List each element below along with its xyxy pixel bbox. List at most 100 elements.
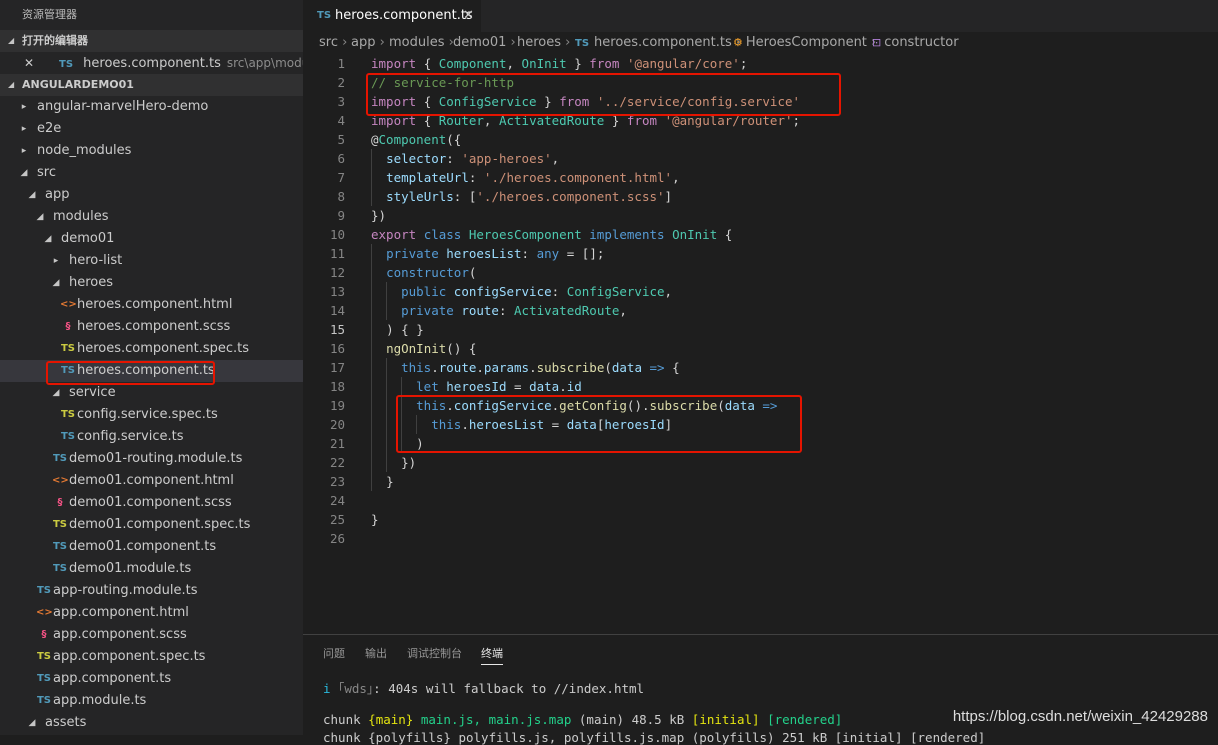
tree-file[interactable]: TS app.component.ts [0, 668, 303, 690]
tree-item-label: demo01.component.ts [69, 539, 217, 554]
tree-folder[interactable]: ◢ demo01 [0, 228, 303, 250]
code-line[interactable]: 10 export class HeroesComponent implement… [303, 225, 1218, 244]
code-line[interactable]: 9}) [303, 206, 1218, 225]
tree-file[interactable]: TS heroes.component.spec.ts [0, 338, 303, 360]
tree-folder[interactable]: ◢ src [0, 162, 303, 184]
panel-tab-terminal[interactable]: 终端 [481, 645, 503, 665]
scss-file-icon: § [57, 497, 63, 508]
tree-file[interactable]: § app.component.scss [0, 624, 303, 646]
chevron-down-icon: ◢ [8, 36, 15, 45]
tree-file[interactable]: <> heroes.component.html [0, 294, 303, 316]
code-line[interactable]: 12 constructor( [303, 263, 1218, 282]
breadcrumb-item[interactable]: src › [319, 32, 347, 54]
tree-folder[interactable]: ◢ heroes [0, 272, 303, 294]
spec-file-icon: TS [52, 519, 68, 530]
panel-tab-debug-console[interactable]: 调试控制台 [407, 645, 462, 661]
code-line[interactable]: 1 import { Component, OnInit } from '@ang… [303, 54, 1218, 73]
code-line[interactable]: 15 ) { } [303, 320, 1218, 339]
chevron-down-icon: ◢ [28, 718, 36, 728]
code-line[interactable]: 13 public configService: ConfigService, [303, 282, 1218, 301]
ts-file-icon: TS [36, 673, 52, 684]
code-line[interactable]: 24 [303, 491, 1218, 510]
tree-file[interactable]: TS demo01.module.ts [0, 558, 303, 580]
tree-file[interactable]: TS demo01.component.ts [0, 536, 303, 558]
tree-item-label: demo01.component.html [69, 473, 234, 488]
tree-file[interactable]: TS demo01-routing.module.ts [0, 448, 303, 470]
tree-file[interactable]: § heroes.component.scss [0, 316, 303, 338]
explorer-title: 资源管理器 [22, 8, 77, 21]
tree-item-label: app.component.ts [53, 671, 172, 686]
panel-tab-output[interactable]: 输出 [365, 645, 387, 661]
tree-item-label: app-routing.module.ts [53, 583, 198, 598]
tree-folder[interactable]: ▸ e2e [0, 118, 303, 140]
code-text: export class HeroesComponent implements … [371, 227, 733, 242]
typescript-file-icon: TS [575, 38, 590, 49]
tree-file[interactable]: § demo01.component.scss [0, 492, 303, 514]
tree-file[interactable]: TS config.service.spec.ts [0, 404, 303, 426]
breadcrumb-item[interactable]: ⊡ constructor [872, 32, 959, 54]
tree-item-label: service [69, 385, 116, 400]
line-number: 13 [329, 284, 345, 299]
breadcrumb-item[interactable]: TS heroes.component.ts › [575, 32, 741, 55]
chevron-right-icon: ▸ [21, 102, 27, 112]
line-number: 10 [329, 227, 345, 242]
tree-file[interactable]: <> app.component.html [0, 602, 303, 624]
breadcrumb-item[interactable]: app › [351, 32, 385, 54]
code-editor[interactable]: 1 import { Component, OnInit } from '@ang… [303, 54, 1218, 634]
chevron-right-icon: › [506, 35, 516, 50]
code-text: let heroesId = data.id [416, 379, 582, 394]
tree-folder[interactable]: ◢ service [0, 382, 303, 404]
close-icon[interactable]: ✕ [24, 52, 34, 74]
spec-file-icon: TS [60, 343, 76, 354]
code-line[interactable]: 8 styleUrls: ['./heroes.component.scss'] [303, 187, 1218, 206]
open-editors-header[interactable]: ◢ 打开的编辑器 [0, 30, 303, 52]
highlight-box-selected-file [46, 361, 215, 385]
code-line[interactable]: 25} [303, 510, 1218, 529]
tree-folder[interactable]: ▸ node_modules [0, 140, 303, 162]
spec-file-icon: TS [60, 409, 76, 420]
line-number: 3 [337, 94, 345, 109]
tree-folder[interactable]: ◢ assets [0, 712, 303, 734]
line-number: 23 [329, 474, 345, 489]
code-line[interactable]: 18 let heroesId = data.id [303, 377, 1218, 396]
tree-folder[interactable]: ◢ app [0, 184, 303, 206]
tree-folder[interactable]: ▸ angular-marvelHero-demo [0, 96, 303, 118]
line-number: 25 [329, 512, 345, 527]
line-number: 14 [329, 303, 345, 318]
code-text: } [386, 474, 394, 489]
code-line[interactable]: 17 this.route.params.subscribe(data => { [303, 358, 1218, 377]
breadcrumb-item[interactable]: heroes › [517, 32, 570, 54]
code-line[interactable]: 16 ngOnInit() { [303, 339, 1218, 358]
tree-folder[interactable]: ◢ modules [0, 206, 303, 228]
code-text: ) { } [386, 322, 424, 337]
panel-tab-problems[interactable]: 问题 [323, 645, 345, 661]
code-line[interactable]: 22 }) [303, 453, 1218, 472]
tree-file[interactable]: TS app.module.ts [0, 690, 303, 712]
breadcrumb-item[interactable]: demo01 › [453, 32, 516, 54]
code-line[interactable]: 6 selector: 'app-heroes', [303, 149, 1218, 168]
breadcrumb-item[interactable]: modules › [389, 32, 454, 54]
tree-file[interactable]: TS config.service.ts [0, 426, 303, 448]
code-line[interactable]: 11 private heroesList: any = []; [303, 244, 1218, 263]
code-line[interactable]: 23 } [303, 472, 1218, 491]
code-line[interactable]: 5 @Component({ [303, 130, 1218, 149]
code-text: @Component({ [371, 132, 462, 147]
tree-file[interactable]: TS app.component.spec.ts [0, 646, 303, 668]
breadcrumb-item[interactable]: ⚙ HeroesComponent › [733, 32, 876, 54]
tab-heroes-component-ts[interactable]: TS heroes.component.ts ✕ [303, 0, 481, 32]
tree-folder[interactable]: ▸ hero-list [0, 250, 303, 272]
close-icon[interactable]: ✕ [463, 0, 474, 32]
tree-file[interactable]: <> demo01.component.html [0, 470, 303, 492]
editor-tab-bar: TS heroes.component.ts ✕ [303, 0, 1218, 32]
chevron-right-icon: ▸ [21, 124, 27, 134]
code-line[interactable]: 14 private route: ActivatedRoute, [303, 301, 1218, 320]
tree-file[interactable]: TS app-routing.module.ts [0, 580, 303, 602]
tree-file[interactable]: TS demo01.component.spec.ts [0, 514, 303, 536]
project-header[interactable]: ◢ ANGULARDEMO01 [0, 74, 303, 96]
code-line[interactable]: 7 templateUrl: './heroes.component.html'… [303, 168, 1218, 187]
typescript-file-icon: TS [59, 59, 74, 70]
code-line[interactable]: 26 [303, 529, 1218, 548]
open-editor-item[interactable]: ✕ TS heroes.component.ts src\app\modules\… [0, 52, 303, 74]
terminal-line: chunk {main} main.js, main.js.map (main)… [323, 712, 843, 727]
chevron-right-icon: › [375, 35, 385, 50]
